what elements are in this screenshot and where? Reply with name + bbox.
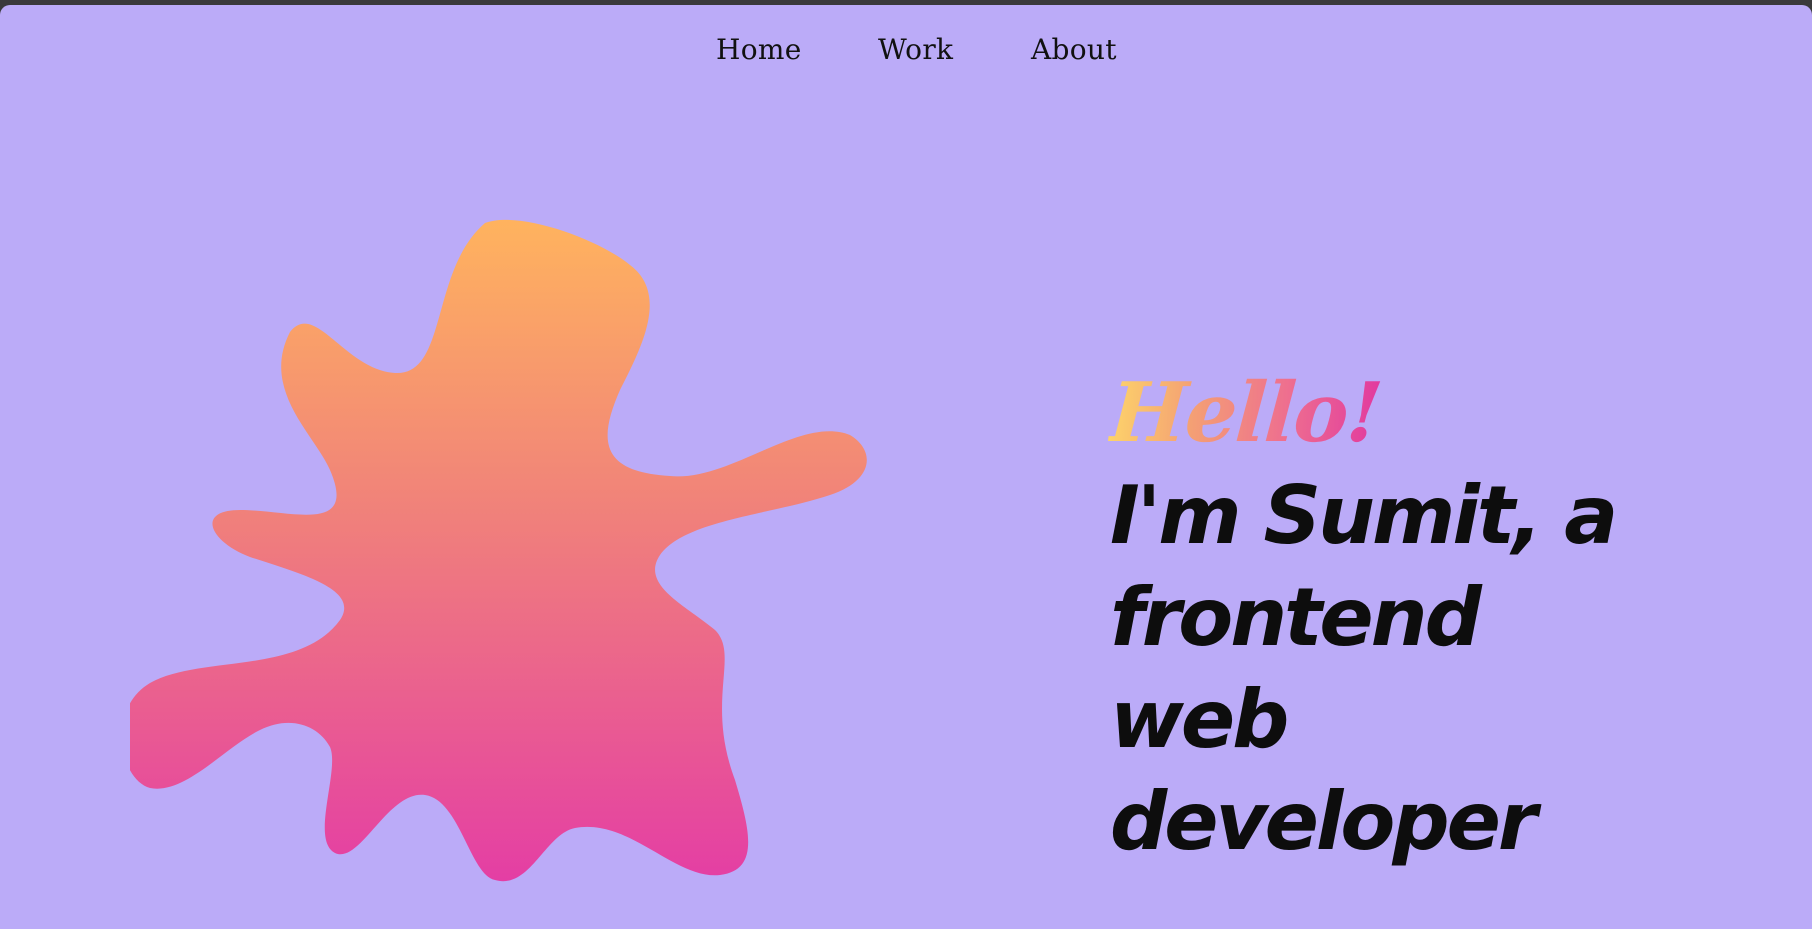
hero-intro: Hello! I'm Sumit, a frontend web develop… — [1106, 365, 1760, 873]
hero-blob-illustration — [130, 210, 920, 895]
nav-link-about[interactable]: About — [1031, 33, 1117, 66]
blob-shape — [130, 219, 867, 882]
greeting-text: Hello! — [1106, 365, 1384, 461]
top-nav: Home Work About — [0, 33, 1812, 83]
nav-link-home[interactable]: Home — [716, 33, 802, 66]
nav-link-work[interactable]: Work — [878, 33, 953, 66]
browser-viewport: Home Work About Hello! I'm Sumit, a fron… — [0, 5, 1812, 929]
hero-headline: I'm Sumit, a frontend web developer — [1110, 469, 1618, 868]
